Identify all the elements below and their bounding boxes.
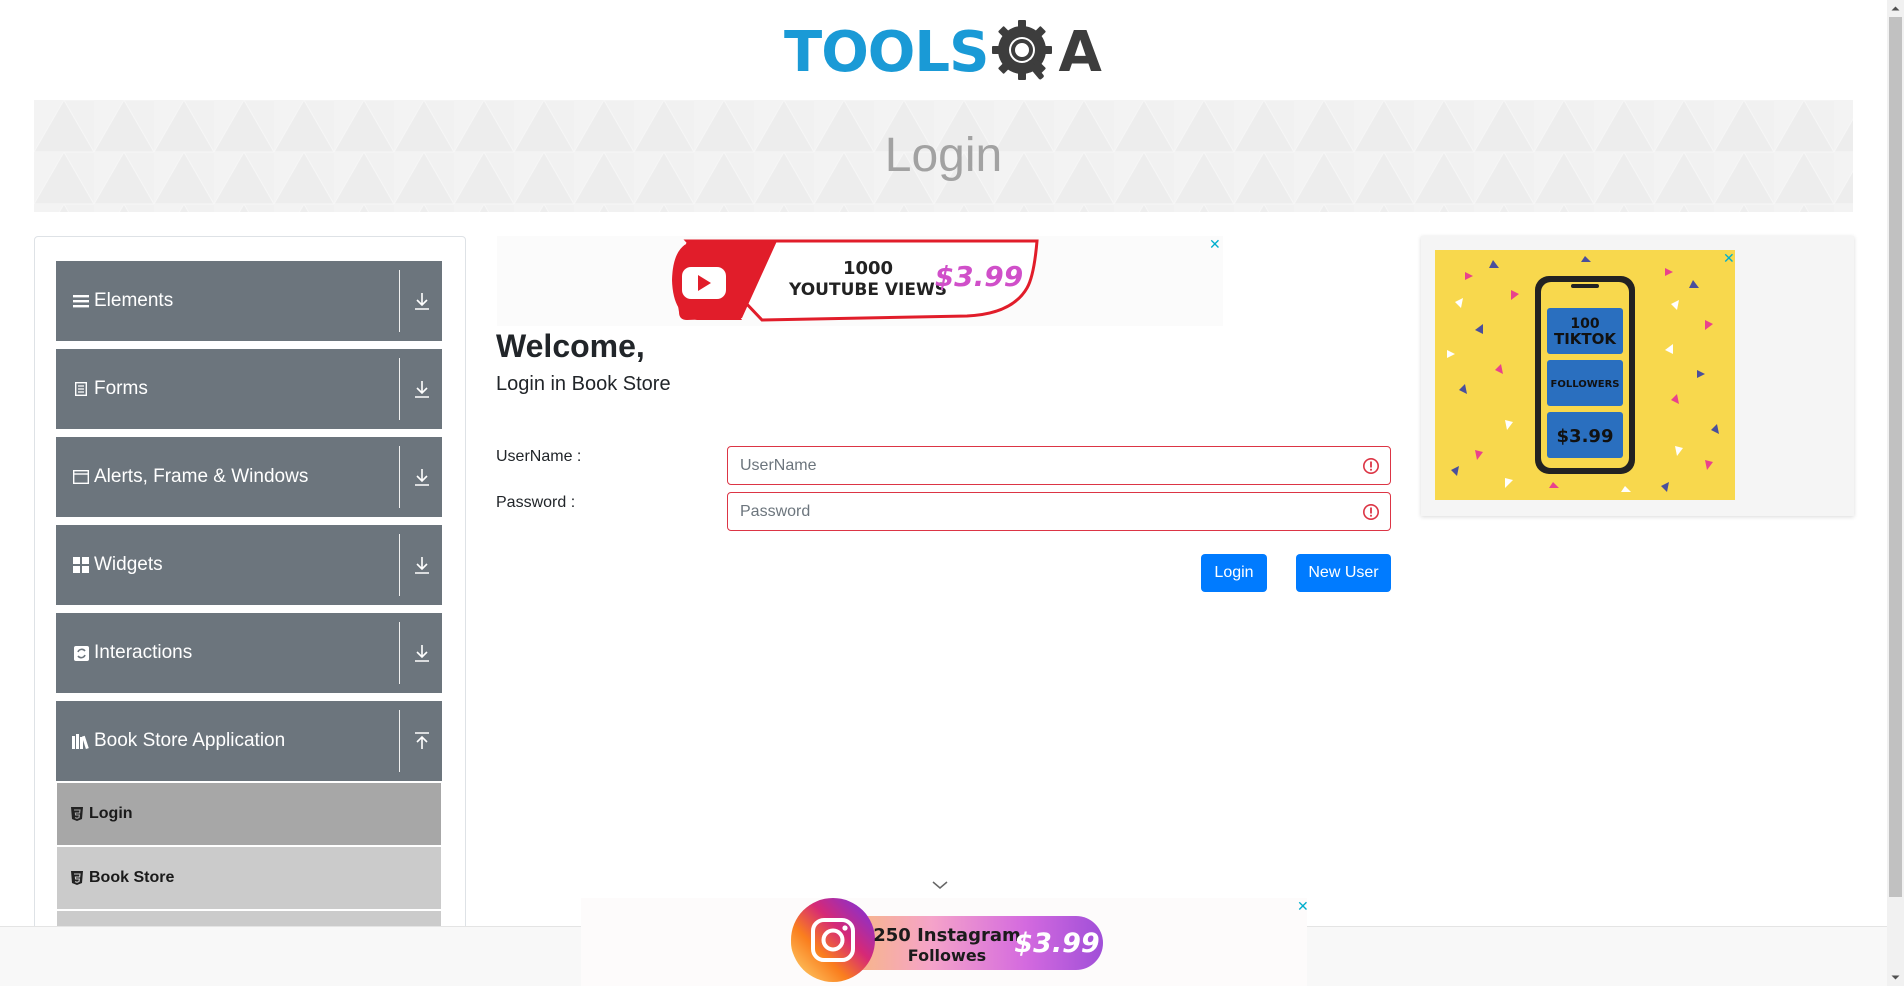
download-arrow-icon[interactable]	[410, 463, 434, 491]
sidebar-group-label: Widgets	[94, 554, 163, 575]
instagram-ad[interactable]: 250 Instagram Followes $3.99 ✕	[581, 898, 1309, 986]
instagram-ad-graphic: 250 Instagram Followes $3.99	[791, 898, 1103, 982]
gear-magnifier-icon	[992, 20, 1053, 80]
ad-text-1: 1000	[843, 258, 893, 279]
download-arrow-icon[interactable]	[410, 287, 434, 315]
tiktok-ad-art: 100 TIKTOK FOLLOWERS $3.99	[1447, 256, 1719, 492]
ad-text-2: Followes	[908, 946, 986, 965]
ad-text-2: YOUTUBE VIEWS	[788, 280, 947, 300]
youtube-ad[interactable]: 1000 YOUTUBE VIEWS $3.99 ✕	[497, 236, 1223, 326]
sidebar-group-interactions[interactable]: Interactions	[56, 613, 442, 693]
ad-text-1: 250 Instagram	[873, 925, 1020, 946]
tiktok-ad-graphic: 100 TIKTOK FOLLOWERS $3.99 ✕	[1435, 250, 1735, 500]
sidebar-item-label: Login	[89, 805, 133, 822]
sidebar-group-elements[interactable]: Elements	[56, 261, 442, 341]
sidebar-group-forms[interactable]: Forms	[56, 349, 442, 429]
close-icon[interactable]: ✕	[1297, 898, 1309, 915]
sidebar-group-book-store-application[interactable]: Book Store Application	[56, 701, 442, 781]
ad-text-2: TIKTOK	[1554, 330, 1617, 348]
new-user-button[interactable]: New User	[1296, 554, 1391, 592]
download-arrow-icon[interactable]	[410, 551, 434, 579]
list-icon	[72, 294, 90, 308]
window-icon	[72, 470, 90, 484]
divider	[399, 270, 400, 332]
books-icon	[72, 733, 90, 749]
scroll-down-arrow-icon[interactable]	[1887, 969, 1904, 986]
interactions-icon	[72, 645, 90, 661]
password-label: Password :	[496, 494, 576, 511]
html5-icon	[71, 871, 83, 885]
password-input[interactable]	[740, 493, 1340, 530]
login-button[interactable]: Login	[1201, 554, 1267, 592]
widgets-icon	[72, 557, 90, 573]
tiktok-ad[interactable]: 100 TIKTOK FOLLOWERS $3.99 ✕	[1421, 236, 1854, 516]
close-icon[interactable]: ✕	[1209, 236, 1221, 253]
download-arrow-icon[interactable]	[410, 639, 434, 667]
page: TOOLS A Login Elements Forms Alerts, Fra…	[0, 0, 1904, 986]
ad-price: $3.99	[935, 260, 1024, 293]
sidebar-group-widgets[interactable]: Widgets	[56, 525, 442, 605]
download-arrow-icon[interactable]	[410, 375, 434, 403]
username-input[interactable]	[740, 447, 1340, 484]
divider	[399, 622, 400, 684]
chevron-down-icon[interactable]	[930, 878, 950, 892]
divider	[399, 446, 400, 508]
youtube-ad-graphic: 1000 YOUTUBE VIEWS $3.99	[672, 239, 1039, 322]
divider	[399, 534, 400, 596]
ad-text-3: FOLLOWERS	[1551, 379, 1620, 390]
page-banner: Login	[34, 100, 1853, 212]
ad-price: $3.99	[1014, 928, 1099, 959]
sidebar-group-label: Forms	[94, 378, 148, 399]
logo-text: TOOLS	[784, 20, 989, 85]
logo-text-suffix: A	[1058, 20, 1102, 85]
upload-arrow-icon[interactable]	[410, 727, 434, 755]
ad-price: $3.99	[1557, 426, 1614, 447]
toolsqa-logo[interactable]: TOOLS A	[784, 16, 1106, 90]
sidebar-group-alerts-frame-windows[interactable]: Alerts, Frame & Windows	[56, 437, 442, 517]
scroll-up-arrow-icon[interactable]	[1887, 0, 1904, 17]
sidebar-group-label: Elements	[94, 290, 174, 311]
form-icon	[72, 382, 90, 396]
login-subtitle: Login in Book Store	[496, 373, 671, 395]
sidebar: Elements Forms Alerts, Frame & Windows W…	[34, 236, 466, 986]
sidebar-item-book-store[interactable]: Book Store	[57, 847, 441, 909]
vertical-scrollbar[interactable]	[1887, 0, 1904, 986]
html5-icon	[71, 807, 83, 821]
divider	[399, 710, 400, 772]
sidebar-group-label: Interactions	[94, 642, 193, 663]
password-field[interactable]	[727, 492, 1391, 531]
close-icon[interactable]: ✕	[1723, 250, 1735, 267]
username-label: UserName :	[496, 448, 582, 465]
sidebar-item-label: Book Store	[89, 869, 175, 886]
divider	[399, 358, 400, 420]
sidebar-item-login[interactable]: Login	[57, 783, 441, 845]
error-icon	[1363, 504, 1379, 520]
page-title: Login	[884, 129, 1003, 182]
username-field[interactable]	[727, 446, 1391, 485]
sidebar-group-label: Alerts, Frame & Windows	[94, 466, 309, 487]
sidebar-group-label: Book Store Application	[94, 730, 286, 751]
welcome-heading: Welcome,	[496, 328, 645, 364]
scrollbar-thumb[interactable]	[1889, 17, 1902, 897]
error-icon	[1363, 458, 1379, 474]
